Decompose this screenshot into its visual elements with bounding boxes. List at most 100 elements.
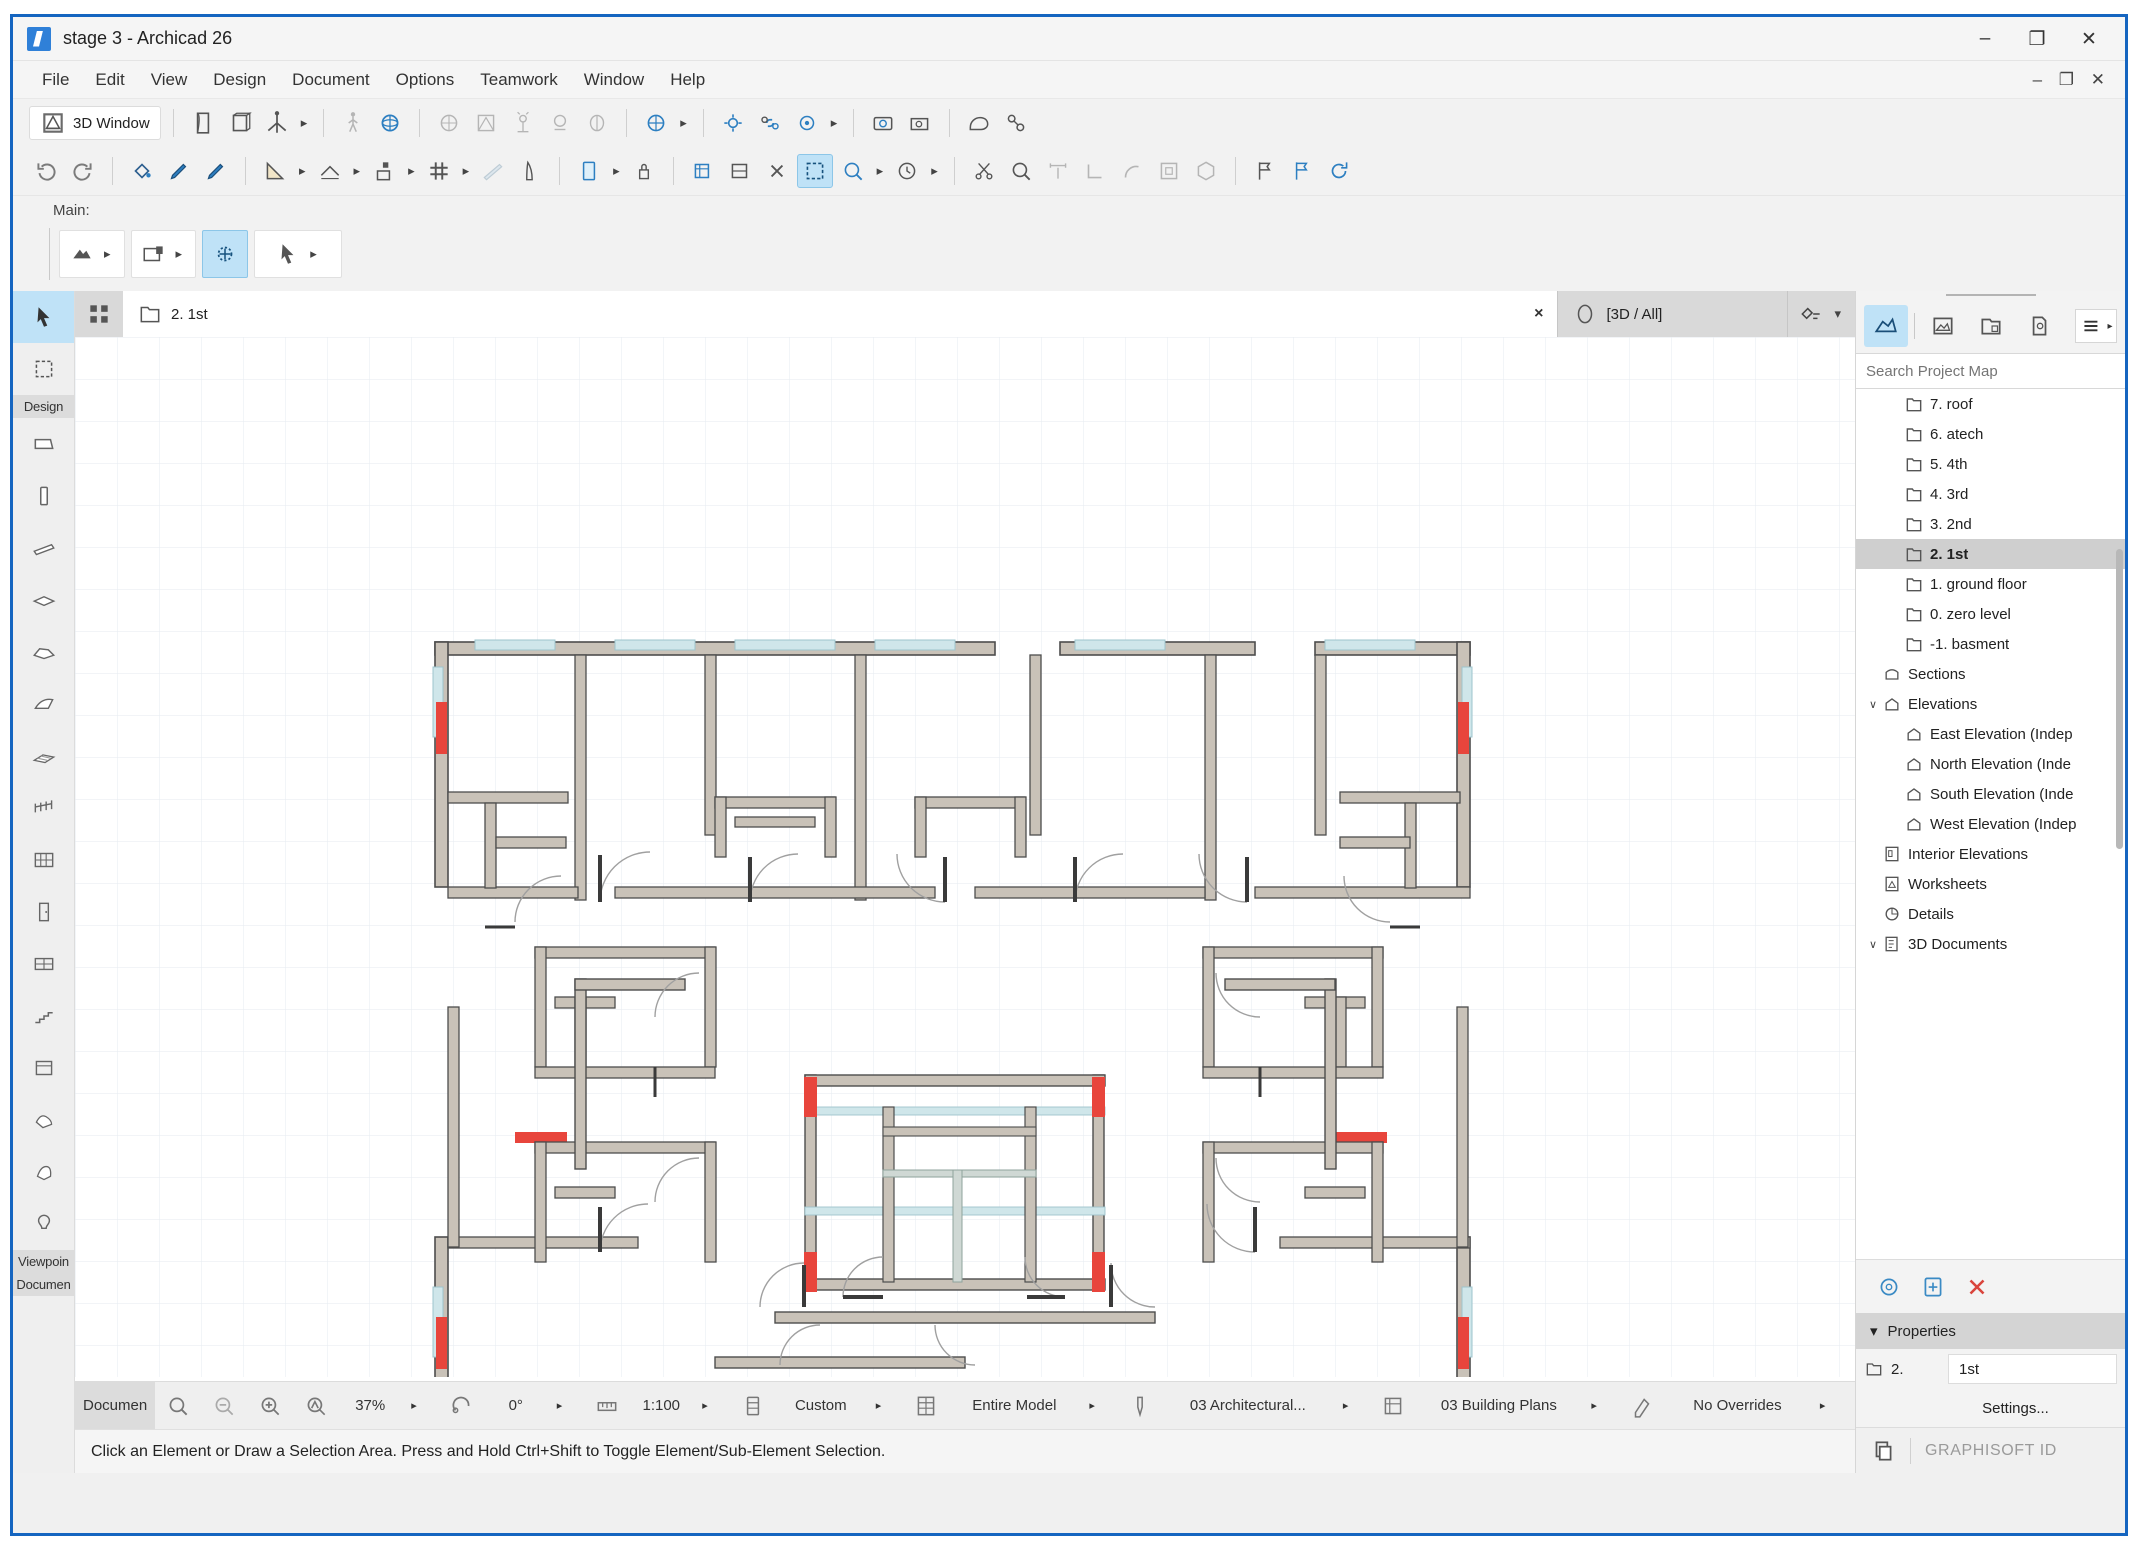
tree-item[interactable]: 1. ground floor	[1856, 569, 2125, 599]
publish-button[interactable]	[999, 106, 1033, 140]
coordinate-box-button[interactable]	[367, 154, 401, 188]
menu-view[interactable]: View	[138, 66, 201, 94]
angle-dropdown[interactable]: ▸	[547, 1399, 573, 1412]
structure-value[interactable]: Entire Model	[949, 1397, 1079, 1414]
tool-stair[interactable]	[13, 990, 74, 1042]
hide-layer-button[interactable]	[760, 154, 794, 188]
tool-arrow-select[interactable]	[13, 291, 74, 343]
tree-item[interactable]: South Elevation (Inde	[1856, 779, 2125, 809]
menu-edit[interactable]: Edit	[82, 66, 137, 94]
tool-category-viewpoint[interactable]: Viewpoin	[13, 1250, 74, 1273]
override-dropdown[interactable]: ▸	[1810, 1399, 1836, 1412]
override-button[interactable]	[1619, 1388, 1665, 1424]
tab-grid-button[interactable]	[75, 291, 123, 337]
minimize-button[interactable]: –	[1959, 17, 2011, 61]
clock-dropdown[interactable]: ▸	[931, 163, 938, 179]
clock-button[interactable]	[890, 154, 924, 188]
zoom-value[interactable]: 37%	[339, 1397, 401, 1414]
grid-button[interactable]	[422, 154, 456, 188]
axonometric-button[interactable]	[260, 106, 294, 140]
tab-story-1st[interactable]: 2. 1st ×	[123, 291, 1558, 337]
magnifier-button[interactable]	[1004, 154, 1038, 188]
marquee-3d-button[interactable]	[580, 106, 614, 140]
project-map-tree[interactable]: 7. roof6. atech5. 4th4. 3rd3. 2nd2. 1st1…	[1856, 389, 2125, 1259]
zoom-out-button[interactable]	[201, 1388, 247, 1424]
scissors-button[interactable]	[967, 154, 1001, 188]
tool-slab[interactable]	[13, 574, 74, 626]
axonometric-dropdown[interactable]: ▸	[301, 115, 308, 131]
tree-item[interactable]: ∨Elevations	[1856, 689, 2125, 719]
zoom-in-button[interactable]	[247, 1388, 293, 1424]
undo-button[interactable]	[29, 154, 63, 188]
coordinate-dropdown[interactable]: ▸	[408, 163, 415, 179]
delete-x-icon[interactable]	[1964, 1274, 1990, 1300]
close-button[interactable]: ✕	[2063, 17, 2115, 61]
rotate-view-palette-button[interactable]	[202, 230, 248, 278]
cut-3d-button[interactable]	[543, 106, 577, 140]
tree-twisty[interactable]: ∨	[1864, 938, 1882, 951]
zoom-fit-button[interactable]	[155, 1388, 201, 1424]
tool-beam[interactable]	[13, 522, 74, 574]
marquee-tool-palette-button[interactable]: ▸	[59, 230, 125, 278]
penset-dropdown[interactable]: ▸	[1333, 1399, 1359, 1412]
pen-button[interactable]	[513, 154, 547, 188]
render-settings-button[interactable]	[790, 106, 824, 140]
menu-file[interactable]: File	[29, 66, 82, 94]
properties-collapse-icon[interactable]: ▾	[1870, 1322, 1878, 1340]
scale-button[interactable]	[584, 1388, 630, 1424]
3d-window-button[interactable]: 3D Window	[29, 106, 161, 140]
menu-window[interactable]: Window	[571, 66, 657, 94]
layer-combination-button[interactable]	[1370, 1388, 1416, 1424]
dimension-button[interactable]	[1041, 154, 1075, 188]
camera-button[interactable]	[903, 106, 937, 140]
maximize-button[interactable]: ❐	[2011, 17, 2063, 61]
lock-button[interactable]	[627, 154, 661, 188]
arc-button[interactable]	[1115, 154, 1149, 188]
scale-value[interactable]: 1:100	[630, 1397, 692, 1414]
settings-link[interactable]: Settings...	[1982, 1400, 2049, 1417]
tool-mesh[interactable]	[13, 730, 74, 782]
rotate-button[interactable]	[1322, 154, 1356, 188]
view-map-tab[interactable]	[1921, 305, 1965, 347]
pen-set-value[interactable]: Custom	[776, 1397, 866, 1414]
single-page-button[interactable]	[186, 106, 220, 140]
tool-railing[interactable]	[13, 782, 74, 834]
zoom-dropdown[interactable]: ▸	[401, 1399, 427, 1412]
tab-3d-all[interactable]: [3D / All]	[1558, 291, 1788, 337]
graphisoft-id-icon[interactable]	[1870, 1438, 1896, 1464]
tree-item[interactable]: 3. 2nd	[1856, 509, 2125, 539]
line-weight-button[interactable]	[476, 154, 510, 188]
box-3d-button[interactable]	[223, 106, 257, 140]
panel-drag-handle[interactable]	[1856, 291, 2125, 299]
menu-help[interactable]: Help	[657, 66, 718, 94]
new-item-icon[interactable]	[1920, 1274, 1946, 1300]
pen-set-dropdown[interactable]: ▸	[866, 1399, 892, 1412]
marquee-button[interactable]	[797, 154, 833, 188]
snap-guide-button[interactable]	[313, 154, 347, 188]
render-sphere-button[interactable]	[432, 106, 466, 140]
structure-button[interactable]	[903, 1388, 949, 1424]
menu-design[interactable]: Design	[200, 66, 279, 94]
redo-button[interactable]	[66, 154, 100, 188]
link-chain-button[interactable]	[753, 106, 787, 140]
tree-item[interactable]: -1. basment	[1856, 629, 2125, 659]
group-button[interactable]	[1152, 154, 1186, 188]
scale-dropdown[interactable]: ▸	[692, 1399, 718, 1412]
tool-door[interactable]	[13, 886, 74, 938]
menu-teamwork[interactable]: Teamwork	[467, 66, 570, 94]
tree-item[interactable]: East Elevation (Indep	[1856, 719, 2125, 749]
triangle-rule-button[interactable]	[258, 154, 292, 188]
search-project-map-field[interactable]	[1856, 353, 2125, 389]
tool-shell[interactable]	[13, 678, 74, 730]
layer-dropdown[interactable]: ▸	[1581, 1399, 1607, 1412]
corner-button[interactable]	[1078, 154, 1112, 188]
tool-zone[interactable]	[13, 1146, 74, 1198]
orbit-angle-button[interactable]	[439, 1388, 485, 1424]
layer-value[interactable]: 03 Building Plans	[1416, 1397, 1581, 1414]
tool-wall[interactable]	[13, 418, 74, 470]
find-select-button[interactable]	[836, 154, 870, 188]
tool-window[interactable]	[13, 938, 74, 990]
tool-morph[interactable]	[13, 1094, 74, 1146]
walk-button[interactable]	[336, 106, 370, 140]
tool-column[interactable]	[13, 470, 74, 522]
